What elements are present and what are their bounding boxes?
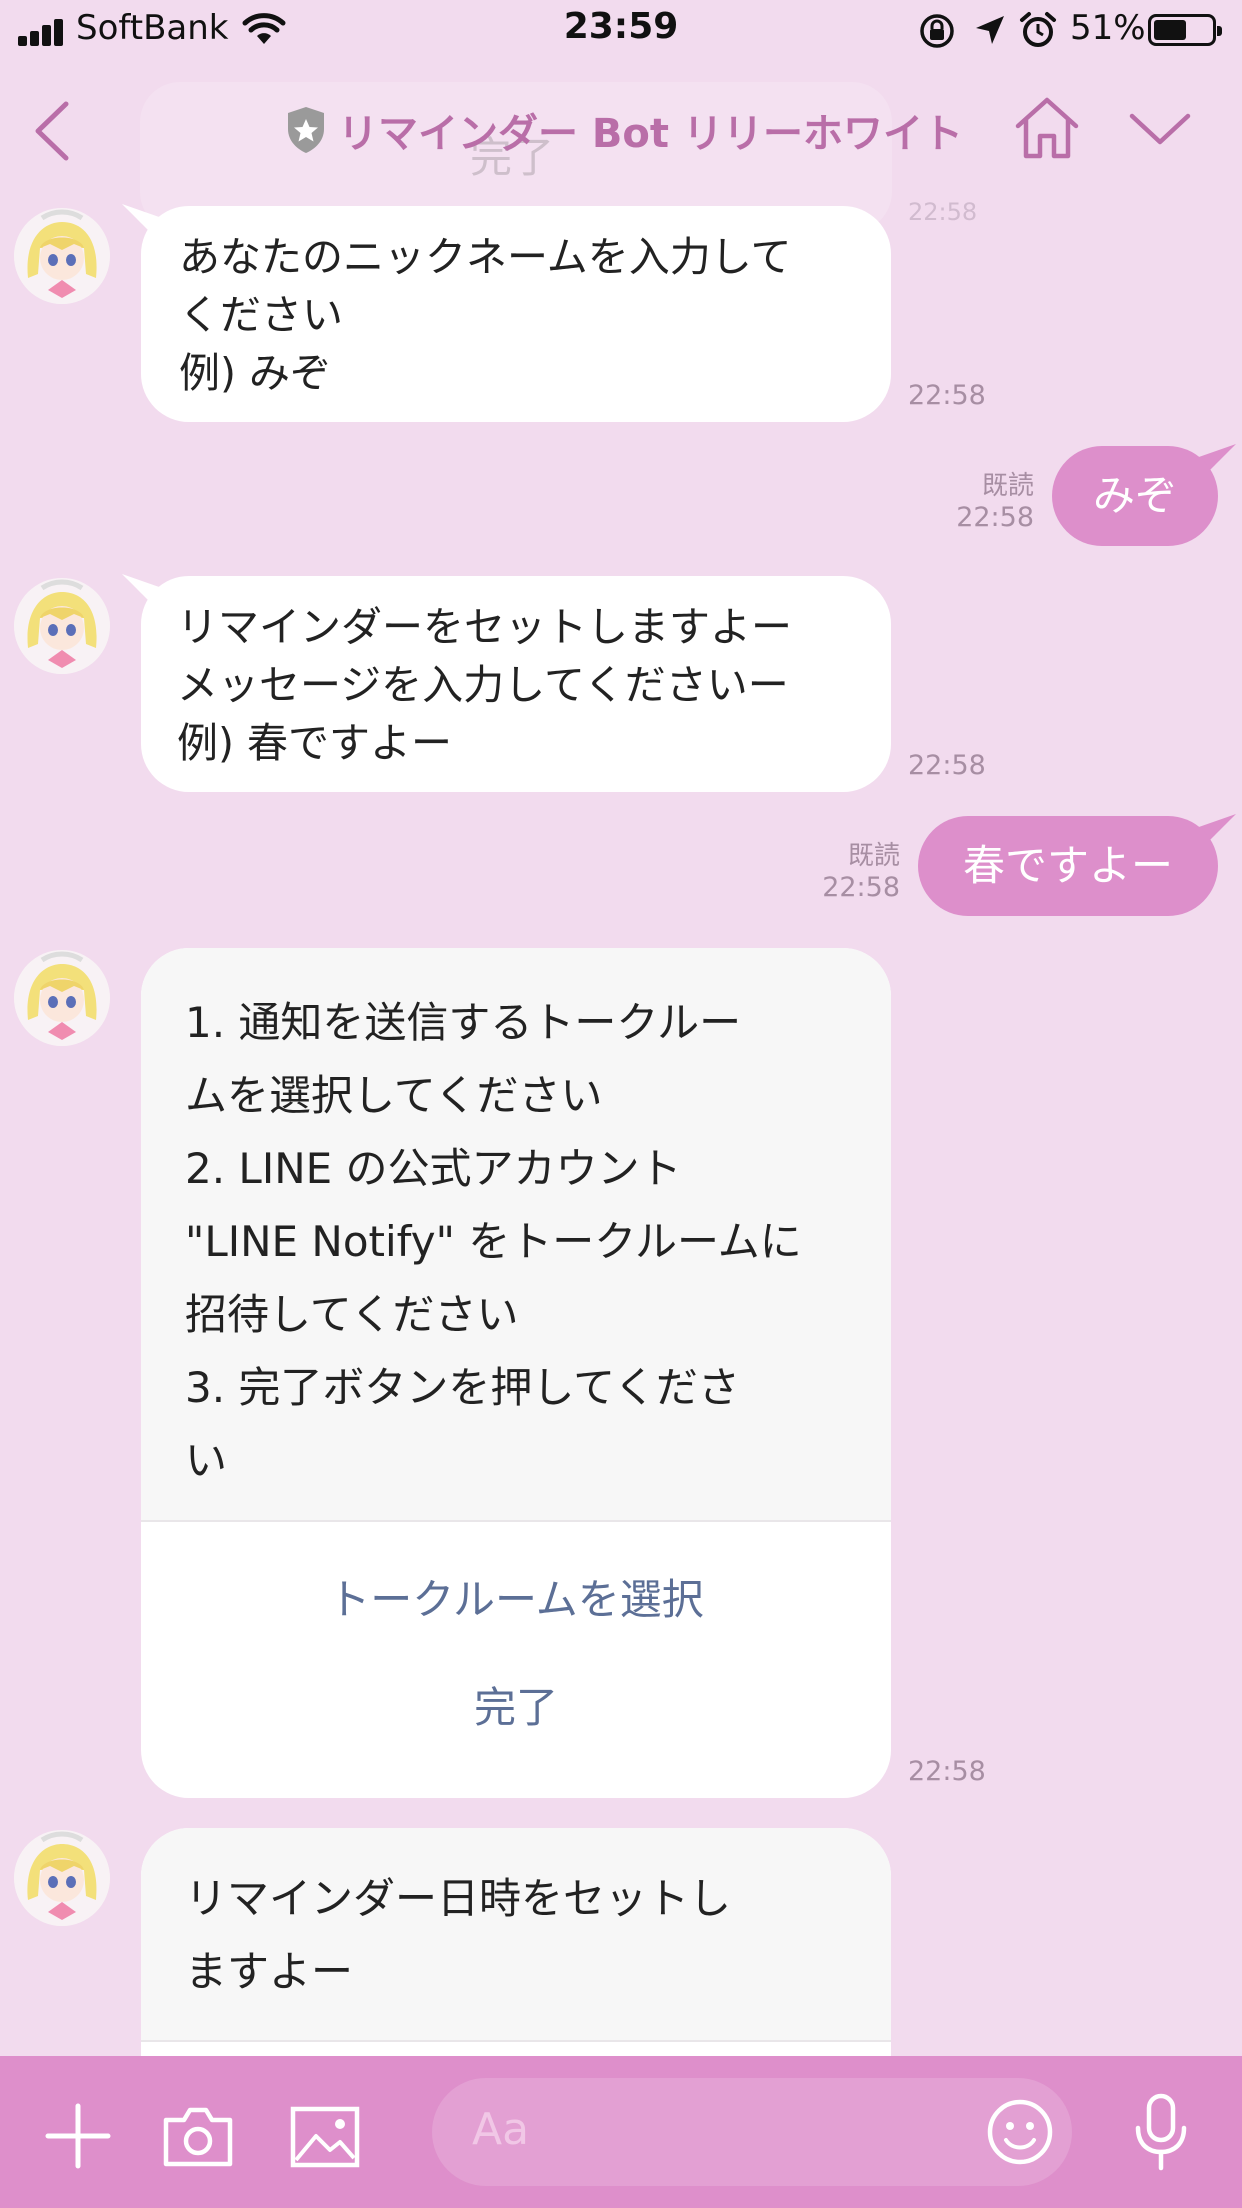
read-status: 既読 22:58 bbox=[806, 840, 900, 904]
message-time: 22:58 bbox=[956, 502, 1034, 533]
message-text: あなたのニックネームを入力して ください 例) みぞ bbox=[179, 233, 792, 397]
battery-percentage: 51% bbox=[1070, 8, 1146, 48]
message-input[interactable]: Aa bbox=[432, 2078, 1072, 2186]
message-text: みぞ bbox=[1092, 471, 1177, 520]
bot-message-bubble: リマインダーをセットしますよー メッセージを入力してくださいー 例) 春ですよー bbox=[141, 576, 891, 792]
chat-title-text: リマインダー Bot リリーホワイト bbox=[338, 111, 963, 157]
message-time: 22:58 bbox=[822, 872, 900, 903]
home-icon[interactable] bbox=[1012, 96, 1082, 160]
chevron-down-icon[interactable] bbox=[1128, 110, 1192, 150]
message-time: 22:58 bbox=[908, 750, 986, 781]
card-body-text: リマインダー日時をセットし ますよー bbox=[141, 1828, 891, 2040]
emoji-icon[interactable] bbox=[986, 2098, 1054, 2166]
location-arrow-icon bbox=[976, 16, 1004, 44]
bot-avatar[interactable] bbox=[14, 1830, 110, 1926]
battery-icon bbox=[1148, 14, 1222, 46]
orientation-lock-icon bbox=[920, 14, 954, 48]
alarm-icon bbox=[1020, 12, 1056, 47]
input-bar: Aa bbox=[0, 2056, 1242, 2208]
select-talkroom-button[interactable]: トークルームを選択 bbox=[141, 1546, 891, 1654]
bot-avatar-image bbox=[14, 578, 110, 674]
back-chevron-icon[interactable] bbox=[28, 96, 78, 166]
microphone-icon[interactable] bbox=[1130, 2092, 1192, 2174]
read-label: 既読 bbox=[847, 841, 900, 871]
status-bar: SoftBank 23:59 51% bbox=[0, 0, 1242, 62]
message-time: 22:58 bbox=[908, 1756, 986, 1787]
bot-avatar-image bbox=[14, 1830, 110, 1926]
message-text: 春ですよー bbox=[962, 841, 1173, 890]
bot-avatar[interactable] bbox=[14, 950, 110, 1046]
message-time: 22:58 bbox=[908, 380, 986, 411]
official-badge-icon bbox=[288, 107, 324, 153]
plus-icon[interactable] bbox=[42, 2100, 114, 2172]
scrolled-message-time: 22:58 bbox=[908, 198, 978, 226]
image-icon[interactable] bbox=[290, 2106, 360, 2168]
my-message-bubble: みぞ bbox=[1052, 446, 1218, 546]
chat-title: リマインダー Bot リリーホワイト bbox=[284, 100, 963, 160]
card-body-text: 1. 通知を送信するトークルー ムを選択してください 2. LINE の公式アカ… bbox=[141, 948, 891, 1520]
bot-avatar[interactable] bbox=[14, 578, 110, 674]
bot-avatar[interactable] bbox=[14, 208, 110, 304]
bot-message-bubble: あなたのニックネームを入力して ください 例) みぞ bbox=[141, 206, 891, 422]
message-text: リマインダーをセットしますよー メッセージを入力してくださいー 例) 春ですよー bbox=[177, 603, 792, 767]
done-button[interactable]: 完了 bbox=[141, 1654, 891, 1762]
read-label: 既読 bbox=[981, 471, 1034, 501]
bot-avatar-image bbox=[14, 208, 110, 304]
camera-icon[interactable] bbox=[162, 2104, 234, 2168]
message-input-placeholder: Aa bbox=[472, 2104, 530, 2155]
chat-header: 完了 22:58 リマインダー Bot リリーホワイト bbox=[0, 62, 1242, 232]
template-card: 1. 通知を送信するトークルー ムを選択してください 2. LINE の公式アカ… bbox=[141, 948, 891, 1798]
my-message-bubble: 春ですよー bbox=[918, 816, 1218, 916]
card-divider bbox=[141, 2040, 891, 2042]
bot-avatar-image bbox=[14, 950, 110, 1046]
read-status: 既読 22:58 bbox=[940, 470, 1034, 534]
card-actions: トークルームを選択 完了 bbox=[141, 1520, 891, 1762]
